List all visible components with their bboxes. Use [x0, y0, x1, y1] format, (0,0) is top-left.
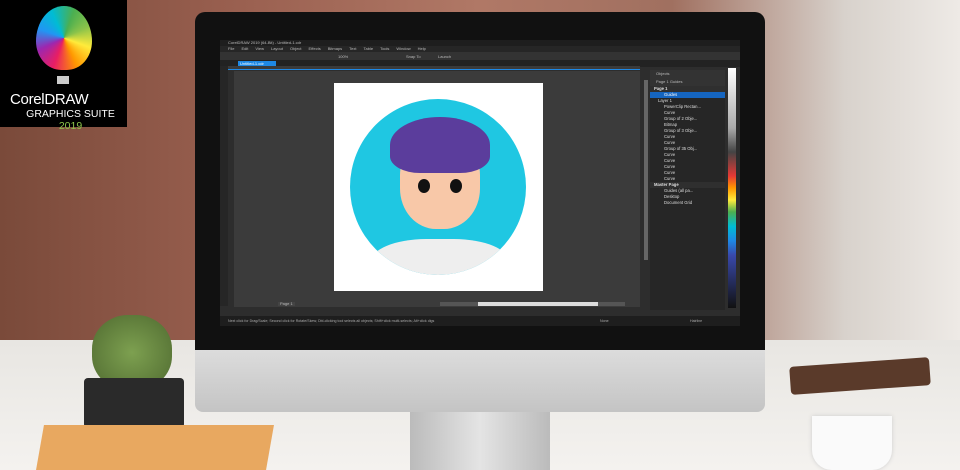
avatar-shirt — [370, 239, 510, 275]
logo-suite-text: GRAPHICS SUITE — [26, 108, 115, 120]
balloon-basket-icon — [57, 76, 69, 84]
monitor-stand — [410, 412, 550, 470]
outline-indicator[interactable]: Hairline — [690, 316, 702, 326]
status-bar: Next click for Drag/Scale; Second click … — [220, 316, 740, 326]
balloon-icon — [36, 6, 92, 70]
logo-year: 2019 — [58, 120, 83, 132]
vertical-scrollbar[interactable] — [644, 80, 648, 260]
toolbox[interactable] — [220, 66, 228, 306]
objects-panel: Objects Page 1 Guides Page 1 Guides Laye… — [650, 70, 725, 310]
avatar-right-eye — [450, 179, 462, 193]
launch-dropdown[interactable]: Launch — [438, 54, 451, 59]
standard-toolbar: 100% Snap To Launch — [220, 52, 740, 61]
zoom-level[interactable]: 100% — [338, 54, 348, 59]
logo-suite: GRAPHICS SUITE 2019 — [14, 108, 127, 132]
objects-panel-title: Objects — [650, 70, 725, 78]
fill-indicator[interactable]: None — [600, 316, 609, 326]
monitor-chin — [195, 350, 765, 412]
avatar-hair — [390, 117, 490, 173]
objects-panel-toolbar: Page 1 Guides — [650, 78, 725, 86]
page-tab[interactable]: Page 1 — [278, 302, 295, 306]
avatar-left-eye — [418, 179, 430, 193]
coreldraw-logo: CorelDRAW GRAPHICS SUITE 2019 — [0, 0, 127, 132]
horizontal-scrollbar[interactable] — [440, 302, 625, 306]
drawing-canvas[interactable] — [234, 71, 640, 307]
page-selector[interactable]: Page 1 — [656, 79, 669, 84]
snap-to-dropdown[interactable]: Snap To — [406, 54, 421, 59]
color-palette[interactable] — [728, 68, 736, 308]
notebook — [36, 425, 274, 470]
coreldraw-window: CorelDRAW 2019 (64-Bit) - Untitled-1.cdr… — [220, 40, 740, 326]
scroll-thumb[interactable] — [478, 302, 598, 306]
object-row[interactable]: Document Grid — [650, 200, 725, 206]
guides-selector[interactable]: Guides — [670, 79, 683, 84]
drawing-page[interactable] — [334, 83, 543, 291]
coffee-cup — [812, 416, 892, 470]
logo-name: CorelDRAW — [10, 91, 89, 108]
horizontal-ruler — [228, 66, 640, 70]
status-hint: Next click for Drag/Scale; Second click … — [228, 319, 435, 323]
avatar-illustration[interactable] — [350, 99, 526, 275]
